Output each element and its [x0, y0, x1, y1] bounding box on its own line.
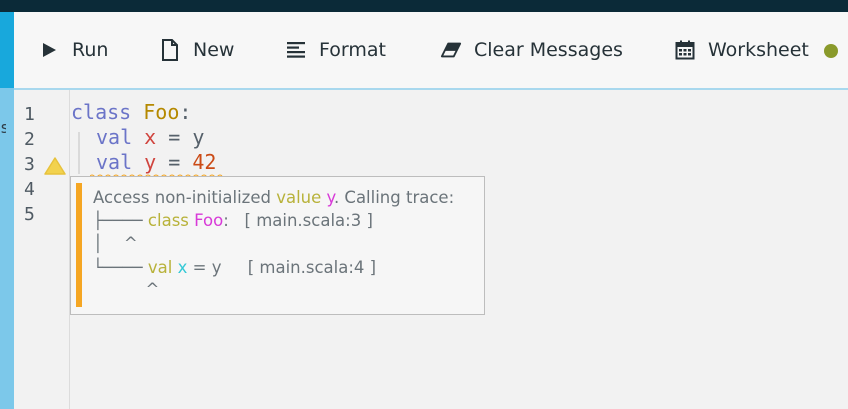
new-file-icon	[159, 39, 181, 61]
new-button[interactable]: New	[159, 36, 234, 64]
keyword: class	[71, 100, 132, 124]
variable-name: x	[144, 125, 157, 149]
trace-keyword: val	[147, 258, 173, 277]
trace-location: : [ main.scala:3 ]	[223, 211, 373, 230]
side-accent-bar	[0, 12, 14, 409]
format-button[interactable]: Format	[285, 36, 386, 64]
toolbar: Run New Format Clear Messages Worksheet	[14, 12, 848, 90]
play-icon	[38, 39, 60, 61]
line-number: 1	[24, 104, 35, 125]
line-number: 2	[24, 129, 35, 150]
warning-tooltip: Access non-initialized value y. Calling …	[70, 176, 485, 315]
side-partial-glyph: s	[0, 118, 6, 137]
code-line: val y = 42	[96, 150, 216, 174]
keyword: val	[96, 150, 133, 174]
trace-caret: ^	[93, 280, 160, 299]
eraser-icon	[440, 39, 462, 61]
tooltip-keyword: value	[276, 188, 322, 207]
code-line: class Foo:	[71, 100, 191, 124]
worksheet-toggle[interactable]: Worksheet	[674, 36, 809, 64]
top-header-bar	[0, 0, 848, 12]
run-button[interactable]: Run	[38, 36, 108, 64]
calendar-icon	[674, 39, 696, 61]
variable-name: y	[144, 150, 157, 174]
line-number: 5	[24, 204, 35, 225]
trace-line: ^	[93, 280, 159, 299]
identifier: y	[192, 125, 205, 149]
trace-line: └──── val x = y [ main.scala:4 ]	[93, 258, 376, 277]
worksheet-toggle-label: Worksheet	[708, 39, 809, 61]
run-button-label: Run	[72, 39, 109, 61]
format-button-label: Format	[319, 39, 386, 61]
trace-branch: ├────	[93, 211, 148, 230]
trace-caret: │ ^	[93, 234, 138, 253]
side-accent-toolbar	[0, 12, 14, 88]
class-name: Foo	[143, 100, 180, 124]
trace-branch: └────	[93, 258, 148, 277]
worksheet-status-dot	[824, 44, 838, 58]
code-line: val x = y	[96, 125, 204, 149]
warning-icon[interactable]	[44, 156, 66, 176]
number-literal: 42	[192, 150, 217, 174]
tooltip-text: . Calling trace:	[333, 188, 455, 207]
trace-variable: x	[172, 258, 188, 277]
format-icon	[285, 39, 307, 61]
tooltip-message: Access non-initialized value y. Calling …	[93, 188, 454, 207]
trace-line: ├──── class Foo: [ main.scala:3 ]	[93, 211, 373, 230]
line-number: 4	[24, 179, 35, 200]
code-editor[interactable]: 1 2 3 4 5 class Foo: val x = y val y = 4…	[14, 90, 848, 409]
punctuation: :	[179, 100, 192, 124]
keyword: val	[96, 125, 133, 149]
operator: =	[156, 150, 193, 174]
clear-messages-button-label: Clear Messages	[474, 39, 623, 61]
trace-location: = y [ main.scala:4 ]	[187, 258, 377, 277]
operator: =	[156, 125, 193, 149]
tooltip-severity-bar	[76, 183, 82, 307]
trace-type: Foo	[188, 211, 224, 230]
tooltip-text: Access non-initialized	[93, 188, 277, 207]
line-number: 3	[24, 154, 35, 175]
clear-messages-button[interactable]: Clear Messages	[440, 36, 623, 64]
indent-guide	[78, 132, 80, 174]
trace-line: │ ^	[93, 234, 138, 253]
new-button-label: New	[193, 39, 235, 61]
tooltip-variable: y	[321, 188, 334, 207]
trace-keyword: class	[147, 211, 189, 230]
